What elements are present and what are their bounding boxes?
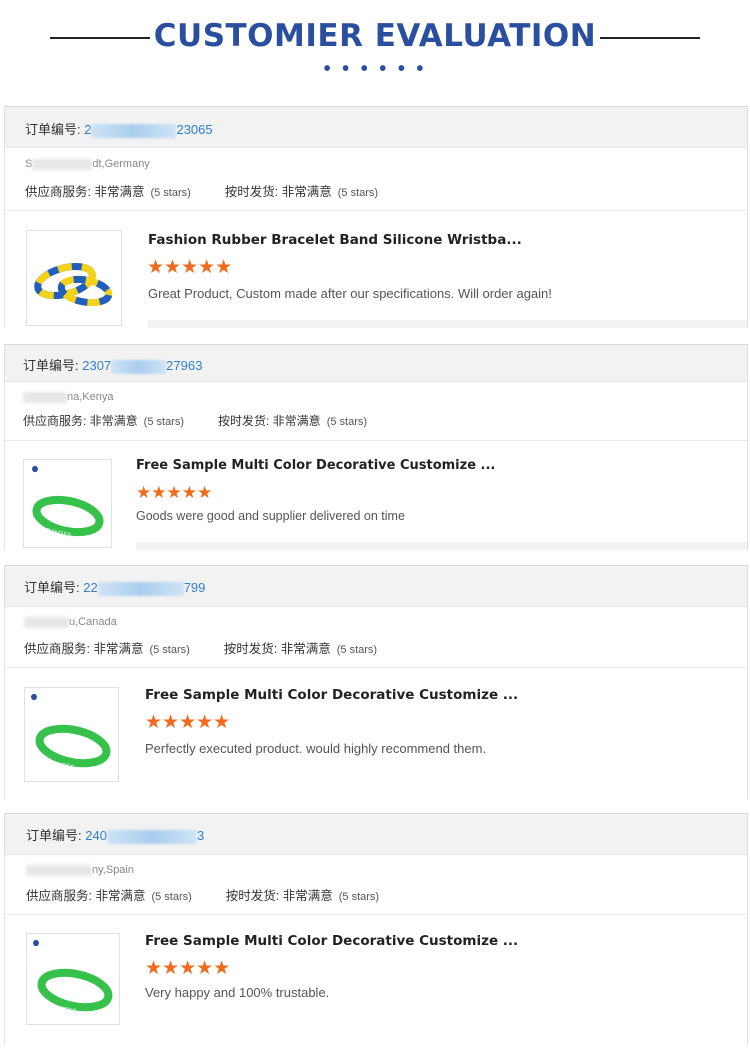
star-rating: ★★★★★ [145,958,231,979]
order-number-label: 订单编号: [24,580,84,595]
review-text: Very happy and 100% trustable. [145,985,330,1000]
order-number-label: 订单编号: [25,122,85,137]
order-number-row: 订单编号: 2307 27963 [23,355,202,374]
review-text: Goods were good and supplier delivered o… [136,509,405,523]
service-ratings: 供应商服务: 非常满意 (5 stars) 按时发货: 非常满意 (5 stars) [26,889,380,903]
service-ratings: 供应商服务: 非常满意 (5 stars) 按时发货: 非常满意 (5 stars) [25,185,379,199]
order-number-link[interactable]: 2307 27963 [82,358,202,374]
order-number-row: 订单编号: 22 799 [24,577,205,596]
product-name-link[interactable]: Free Sample Multi Color Decorative Custo… [145,687,518,703]
review-footer-bar [148,320,747,328]
redacted-order-digits [97,581,184,596]
service-ratings: 供应商服务: 非常满意 (5 stars) 按时发货: 非常满意 (5 stars) [23,414,368,428]
redacted-order-digits [106,829,197,844]
redacted-buyer-name [26,864,92,876]
buyer-location: ny,Spain [26,864,134,876]
product-thumbnail[interactable]: RANGES [26,933,120,1025]
service-ratings: 供应商服务: 非常满意 (5 stars) 按时发货: 非常满意 (5 stars) [24,642,378,656]
green-wristband-image: RANGES [32,465,104,539]
review-text: Great Product, Custom made after our spe… [148,286,552,301]
header-dots-decoration: • • • • • • [323,58,427,80]
star-rating: ★★★★★ [136,483,213,502]
order-number-link[interactable]: 2 23065 [84,122,213,138]
redacted-order-digits [111,359,167,374]
star-rating: ★★★★★ [147,257,233,278]
section-header: CUSTOMIER EVALUATION • • • • • • [0,0,750,100]
review-card-2: 订单编号: 2307 27963 na,Kenya 供应商服务: 非常满意 (5 s… [4,344,748,550]
product-thumbnail[interactable]: RANGES [23,459,112,548]
buyer-location: u,Canada [24,616,117,628]
review-card-3: 订单编号: 22 799 u,Canada 供应商服务: 非常满意 (5 stars… [4,565,748,799]
review-card-1: 订单编号: 2 23065 Sdt,Germany 供应商服务: 非常满意 (5 s… [4,106,748,328]
redacted-buyer-name [24,616,69,628]
divider [5,914,747,915]
order-number-label: 订单编号: [26,828,86,843]
product-name-link[interactable]: Fashion Rubber Bracelet Band Silicone Wr… [148,232,522,248]
order-number-link[interactable]: 22 799 [83,580,205,596]
product-thumbnail[interactable]: RANGES [24,687,119,782]
blue-yellow-wristband-image [34,263,113,307]
order-number-row: 订单编号: 2 23065 [25,119,213,138]
review-footer-bar [136,542,747,550]
redacted-buyer-name [23,391,67,403]
product-name-link[interactable]: Free Sample Multi Color Decorative Custo… [145,933,518,949]
order-number-row: 订单编号: 240 3 [26,825,204,844]
page-title: CUSTOMIER EVALUATION [153,18,597,54]
review-card-4: 订单编号: 240 3 ny,Spain 供应商服务: 非常满意 (5 stars)… [4,813,748,1045]
divider [5,440,747,441]
buyer-location: Sdt,Germany [25,158,150,170]
green-wristband-image: RANGES [33,939,113,1015]
buyer-location: na,Kenya [23,391,113,403]
green-wristband-image: RANGES [31,693,111,771]
header-divider-right [600,37,700,39]
review-text: Perfectly executed product. would highly… [145,741,487,756]
product-thumbnail[interactable] [26,230,122,326]
divider [5,210,747,211]
redacted-buyer-name [32,158,93,170]
divider [5,667,747,668]
product-name-link[interactable]: Free Sample Multi Color Decorative Custo… [136,458,495,473]
redacted-order-digits [91,123,177,138]
star-rating: ★★★★★ [145,712,231,733]
order-number-link[interactable]: 240 3 [85,828,204,844]
order-number-label: 订单编号: [23,358,83,373]
